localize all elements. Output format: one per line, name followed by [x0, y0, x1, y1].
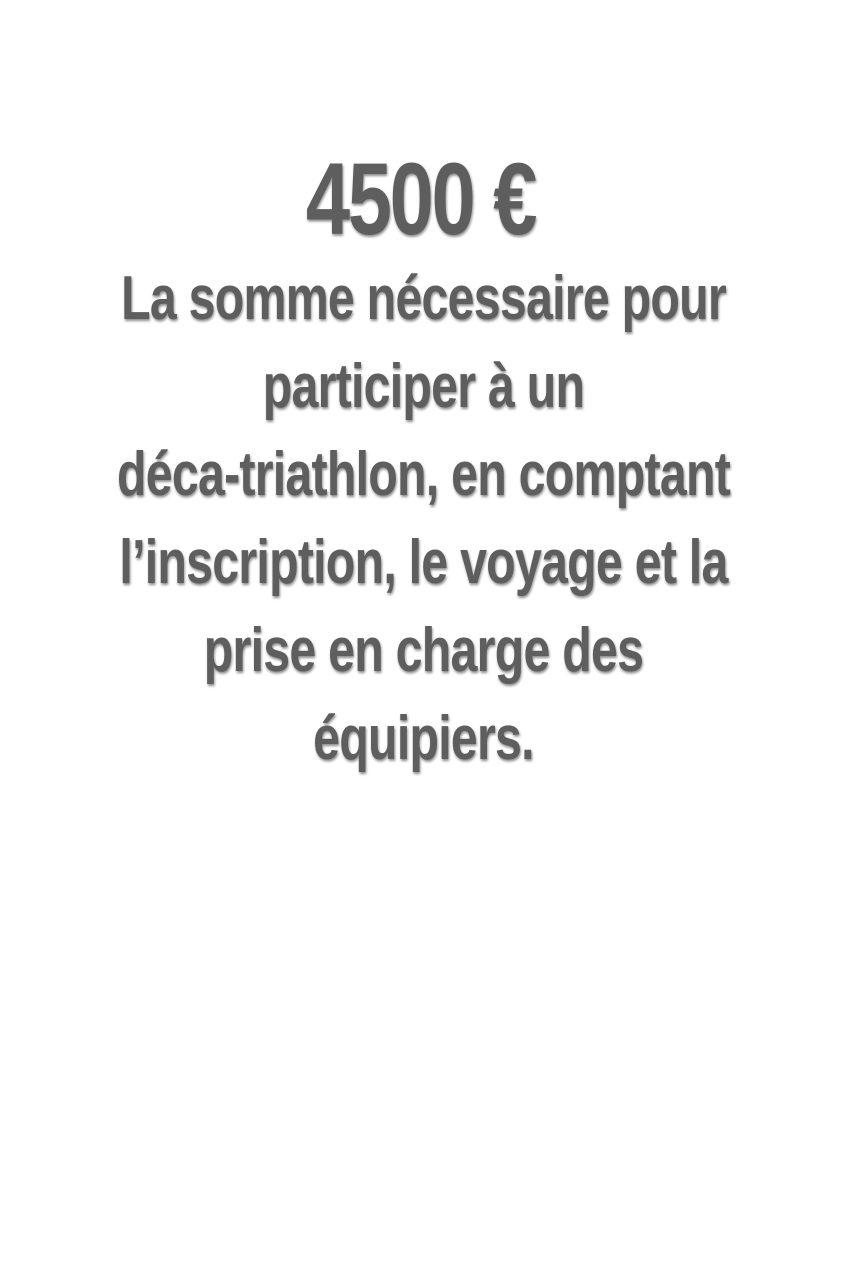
caption-line: l’inscription, le voyage et la — [119, 528, 728, 597]
caption-line: équipiers. — [313, 704, 534, 773]
caption-line: La somme nécessaire pour — [121, 264, 727, 333]
caption: La somme nécessaire pour participer à un… — [0, 255, 847, 783]
amount-heading: 4500 € — [305, 142, 538, 256]
page: 4500 € La somme nécessaire pour particip… — [0, 0, 847, 1283]
caption-line: prise en charge des — [203, 616, 644, 685]
caption-line: participer à un — [262, 352, 585, 421]
caption-line: déca-triathlon, en comptant — [116, 440, 731, 509]
stat-block: 4500 € La somme nécessaire pour particip… — [0, 143, 847, 783]
